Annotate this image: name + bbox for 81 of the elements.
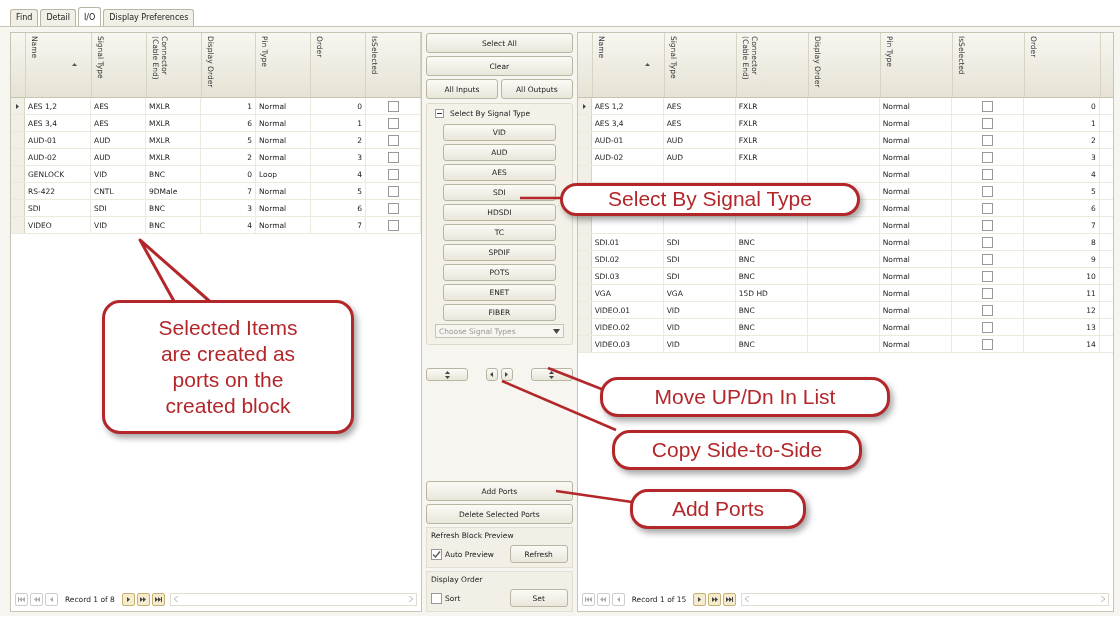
copy-left-button[interactable] — [485, 368, 498, 381]
collapse-icon[interactable] — [435, 109, 444, 118]
checkbox[interactable] — [981, 134, 993, 146]
last-icon — [726, 596, 734, 602]
left-arrow-icon — [50, 596, 53, 602]
checkbox[interactable] — [981, 270, 993, 282]
up-arrow-icon — [444, 370, 450, 374]
checkbox[interactable] — [387, 100, 399, 112]
checkbox[interactable] — [387, 219, 399, 231]
checkbox[interactable] — [387, 202, 399, 214]
checkbox[interactable] — [431, 592, 442, 604]
callout: Select By Signal Type — [560, 183, 860, 216]
first-record-button[interactable] — [581, 592, 595, 606]
row-indicator[interactable] — [577, 217, 592, 233]
previous-record-button[interactable] — [611, 592, 625, 606]
sort-arrow-icon — [644, 63, 650, 66]
right-arrow-icon — [698, 596, 702, 602]
right-arrow-icon — [126, 596, 130, 602]
last-record-button[interactable] — [723, 592, 737, 606]
current-row-icon — [582, 103, 586, 109]
checkbox[interactable] — [981, 100, 993, 112]
checkbox[interactable] — [387, 185, 399, 197]
checkbox[interactable] — [981, 202, 993, 214]
horizontal-scrollbar[interactable] — [741, 592, 1109, 606]
checkbox[interactable] — [387, 134, 399, 146]
next-page-button[interactable] — [136, 592, 150, 606]
tab[interactable]: Display Preferences — [103, 9, 195, 26]
tab[interactable]: Find — [10, 9, 39, 26]
checkbox[interactable] — [387, 168, 399, 180]
callout: Add Ports — [630, 489, 806, 529]
previous-page-button[interactable] — [596, 592, 610, 606]
copy-right-button[interactable] — [500, 368, 513, 381]
callout: Copy Side-to-Side — [612, 430, 862, 470]
first-icon — [584, 596, 592, 602]
checkbox[interactable] — [981, 117, 993, 129]
double-right-icon — [140, 596, 147, 602]
checkbox[interactable] — [431, 548, 442, 560]
checkbox[interactable] — [981, 304, 993, 316]
current-row-icon — [16, 103, 19, 109]
next-record-button[interactable] — [693, 592, 707, 606]
left-arrow-icon — [490, 372, 494, 377]
first-icon — [18, 596, 25, 602]
checkbox[interactable] — [981, 253, 993, 265]
previous-page-button[interactable] — [30, 592, 43, 606]
up-arrow-icon — [549, 370, 555, 374]
double-left-icon — [33, 596, 40, 602]
right-arrow-icon — [505, 372, 509, 377]
checkbox[interactable] — [387, 117, 399, 129]
down-arrow-icon — [444, 375, 450, 379]
checkbox[interactable] — [981, 219, 993, 231]
tab[interactable]: I/O — [77, 7, 102, 26]
scroll-right-icon — [409, 596, 413, 602]
sort-arrow-icon — [71, 63, 77, 66]
down-arrow-icon — [549, 375, 555, 379]
caret-icon — [552, 328, 560, 334]
checkbox[interactable] — [387, 151, 399, 163]
callout: Move UP/Dn In List — [600, 377, 890, 417]
scroll-right-icon — [1101, 596, 1105, 602]
next-record-button[interactable] — [121, 592, 135, 606]
move-up-down-button[interactable] — [426, 368, 468, 381]
checkbox[interactable] — [981, 185, 993, 197]
first-record-button[interactable] — [15, 592, 28, 606]
next-page-button[interactable] — [708, 592, 722, 606]
row-indicator[interactable] — [11, 98, 25, 114]
checkbox[interactable] — [981, 168, 993, 180]
left-arrow-icon — [616, 596, 620, 602]
double-left-icon — [600, 596, 607, 602]
double-right-icon — [711, 596, 718, 602]
checkbox[interactable] — [981, 338, 993, 350]
checkbox[interactable] — [981, 236, 993, 248]
horizontal-scrollbar[interactable] — [169, 592, 417, 606]
row-indicator[interactable] — [577, 98, 592, 114]
last-icon — [154, 596, 162, 602]
scroll-left-icon — [745, 596, 750, 602]
checkbox[interactable] — [981, 287, 993, 299]
scroll-left-icon — [173, 596, 178, 602]
previous-record-button[interactable] — [45, 592, 58, 606]
checkbox[interactable] — [981, 321, 993, 333]
tab[interactable]: Detail — [40, 9, 76, 26]
last-record-button[interactable] — [151, 592, 165, 606]
checkbox[interactable] — [981, 151, 993, 163]
